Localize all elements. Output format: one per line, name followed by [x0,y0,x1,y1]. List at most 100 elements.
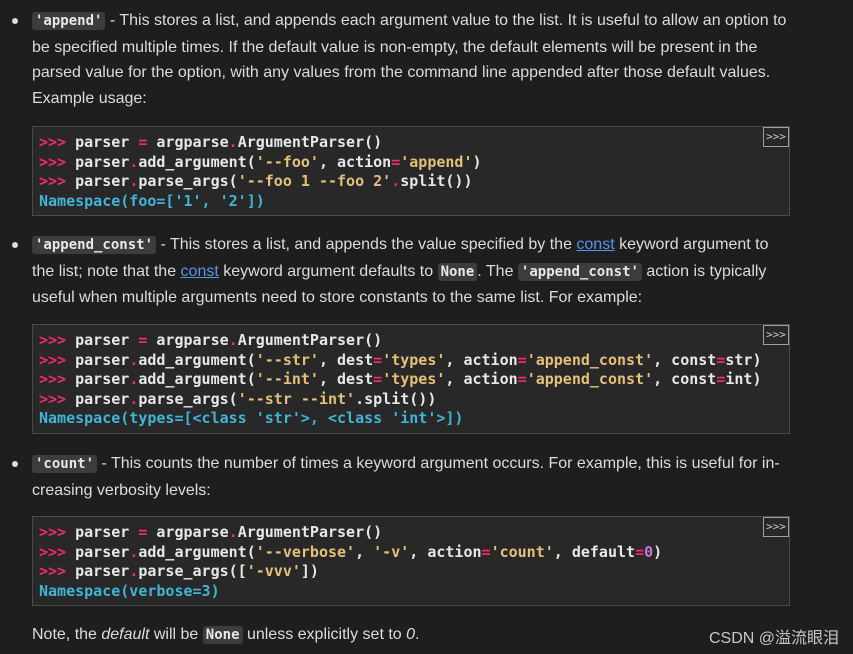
copy-button[interactable]: >>> [763,517,789,537]
code-token: add_argument( [138,542,256,561]
code-string: '--verbose' [255,542,356,561]
code-token: = [517,350,527,369]
note-text: Note, the [32,626,102,643]
note-paragraph: Note, the default will be None unless ex… [32,622,419,648]
code-token: . [129,370,139,388]
code-token: , dest [318,350,374,369]
prompt: >>> [39,370,67,388]
code-token: ArgumentParser() [237,523,383,541]
code-token: . [129,152,139,171]
code-token: add_argument( [138,370,256,388]
note-text: . [415,626,420,643]
code-token: ArgumentParser() [237,133,383,151]
code-token: = [517,370,527,388]
inline-code: None [202,626,243,644]
code-number: 0 [644,542,654,561]
prompt: >>> [39,172,67,190]
code-string: '-vvv' [246,562,301,580]
note-emphasis: default [101,626,150,643]
code-token: ArgumentParser() [237,331,383,349]
text-line: 'append_const' - This stores a list, and… [32,232,822,259]
code-token: int) [725,370,762,388]
bullet [12,461,18,467]
code-token: ]) [300,562,319,580]
paragraph-text: - This stores a list, and appends the va… [156,236,577,253]
code-token: , action [445,350,518,369]
code-token: parser [66,389,130,408]
code-token: . [129,350,139,369]
code-token: add_argument( [138,350,256,369]
code-string: 'append' [400,152,473,171]
paragraph-text: keyword argument to [614,236,769,253]
code-output: Namespace(types=[<class 'str'>, <class '… [39,409,464,427]
code-token: argparse [147,523,229,541]
code-output: Namespace(verbose=3) [39,581,220,600]
text-line: be specified multiple times. If the defa… [32,38,758,56]
code-token: str) [725,350,762,369]
code-token: = [373,350,383,369]
paragraph-text: - This counts the number of times a keyw… [97,455,780,472]
text-line: Example usage: [32,89,147,107]
code-token: parser [66,542,130,561]
code-token: , action [318,152,392,171]
code-string: 'append_const' [526,350,654,369]
list-item-append: 'append' - This stores a list, and appen… [32,8,822,111]
code-token: . [228,133,238,151]
code-token: parse_args( [138,389,238,408]
code-token: = [481,542,491,561]
code-token: parser [66,331,139,349]
code-token: , [355,542,374,561]
code-token: ) [472,152,482,171]
code-string: '--str' [255,350,319,369]
code-token: . [129,542,139,561]
code-token: parse_args([ [138,562,247,580]
inline-code: 'append' [32,12,106,30]
prompt: >>> [39,133,67,151]
code-string: 'types' [382,370,446,388]
code-token: , const [653,350,717,369]
code-token: add_argument( [138,152,256,171]
code-token: parser [66,172,130,190]
copy-button[interactable]: >>> [763,127,789,147]
const-link[interactable]: const [181,263,219,280]
code-token: = [391,152,401,171]
code-token: argparse [147,133,229,151]
inline-code: 'count' [32,455,98,473]
text-line: 'count' - This counts the number of time… [32,451,822,478]
text-line: the list; note that the const keyword ar… [32,259,822,286]
code-string: '--foo 1 --foo 2' [237,172,392,190]
code-token: = [635,542,645,561]
prompt: >>> [39,562,67,580]
paragraph-text: keyword argument defaults to [218,262,438,280]
code-output: Namespace(foo=['1', '2']) [39,191,265,210]
prompt: >>> [39,389,67,408]
text-line: useful when multiple arguments need to s… [32,289,643,306]
code-token: . [129,562,139,580]
inline-code: 'append_const' [517,262,642,281]
note-text: unless explicitly set to [242,626,407,643]
code-string: 'append_const' [526,370,654,388]
code-block-append: >>> >>> parser = argparse.ArgumentParser(… [32,126,790,216]
code-token: . [129,172,139,190]
text-line: parsed value for the option, with any va… [32,64,771,81]
const-link[interactable]: const [576,236,614,253]
code-token: . [228,523,238,541]
code-block-append-const: >>> >>> parser = argparse.ArgumentParser(… [32,324,790,434]
prompt: >>> [39,542,67,561]
list-item-count: 'count' - This counts the number of time… [32,451,822,503]
code-string: 'types' [382,350,446,369]
code-token: , dest [318,370,374,388]
code-token: parser [66,370,130,388]
code-token: = [373,370,383,388]
code-token: . [355,389,365,408]
code-token: , default [553,542,636,561]
paragraph-text: the list; note that the [32,262,181,280]
code-token: , action [409,542,482,561]
prompt: >>> [39,523,67,541]
prompt: >>> [39,350,67,369]
watermark: CSDN @溢流眼泪 [708,630,839,647]
note-emphasis: 0 [406,626,416,643]
prompt: >>> [39,331,67,349]
copy-button[interactable]: >>> [763,325,789,345]
text-line: creasing verbosity levels: [32,481,211,499]
